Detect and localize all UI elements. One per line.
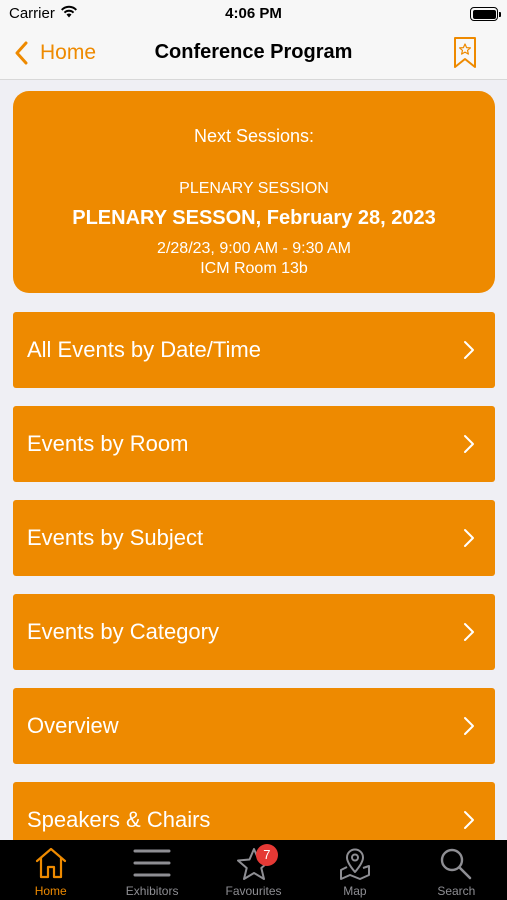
session-room: ICM Room 13b (200, 260, 308, 277)
program-menu: All Events by Date/Time Events by Room E… (13, 312, 495, 840)
tab-label: Favourites (225, 884, 282, 898)
status-bar: Carrier 4:06 PM (0, 0, 507, 28)
tab-home[interactable]: Home (0, 840, 101, 900)
tab-map[interactable]: Map (304, 840, 405, 900)
menu-item-label: All Events by Date/Time (27, 337, 261, 362)
chevron-right-icon (464, 717, 474, 735)
tab-label: Exhibitors (125, 884, 179, 898)
menu-item-label: Overview (27, 713, 119, 738)
chevron-right-icon (464, 529, 474, 547)
tab-search[interactable]: Search (406, 840, 507, 900)
tab-label: Map (343, 884, 367, 898)
menu-item-speakers-chairs[interactable]: Speakers & Chairs (13, 782, 495, 840)
navigation-bar: Home Conference Program (0, 28, 507, 80)
next-sessions-card[interactable]: Next Sessions: PLENARY SESSION PLENARY S… (13, 91, 495, 293)
menu-item-all-events-by-date-time[interactable]: All Events by Date/Time (13, 312, 495, 388)
session-time: 2/28/23, 9:00 AM - 9:30 AM (157, 240, 351, 257)
chevron-right-icon (464, 435, 474, 453)
battery-level (472, 9, 496, 19)
search-icon (441, 848, 472, 880)
list-icon (133, 849, 171, 877)
menu-item-overview[interactable]: Overview (13, 688, 495, 764)
favourites-badge: 7 (255, 844, 278, 866)
chevron-right-icon (464, 341, 474, 359)
tab-bar: Home Exhibitors 7 Favourites Map Search (0, 840, 507, 900)
battery-icon (470, 7, 501, 21)
tab-label: Home (34, 884, 67, 898)
session-type: PLENARY SESSION (179, 180, 329, 197)
page-title: Conference Program (154, 41, 353, 63)
menu-item-label: Events by Subject (27, 525, 204, 550)
menu-item-events-by-room[interactable]: Events by Room (13, 406, 495, 482)
session-title: PLENARY SESSON, February 28, 2023 (72, 207, 436, 229)
menu-item-label: Events by Category (27, 619, 219, 644)
menu-item-label: Speakers & Chairs (27, 807, 211, 832)
chevron-right-icon (464, 811, 474, 829)
bookmark-star-icon (454, 37, 476, 68)
status-time: 4:06 PM (225, 5, 282, 22)
menu-item-events-by-category[interactable]: Events by Category (13, 594, 495, 670)
tab-label: Search (437, 884, 476, 898)
tab-exhibitors[interactable]: Exhibitors (101, 840, 202, 900)
map-pin-icon (339, 848, 370, 880)
home-icon (35, 847, 66, 879)
menu-item-label: Events by Room (27, 431, 189, 456)
chevron-right-icon (464, 623, 474, 641)
menu-item-events-by-subject[interactable]: Events by Subject (13, 500, 495, 576)
content-scroll-area[interactable]: Next Sessions: PLENARY SESSION PLENARY S… (0, 80, 507, 840)
next-sessions-heading: Next Sessions: (193, 126, 315, 146)
tab-favourites[interactable]: 7 Favourites (203, 840, 304, 900)
bookmark-button[interactable] (453, 36, 477, 75)
